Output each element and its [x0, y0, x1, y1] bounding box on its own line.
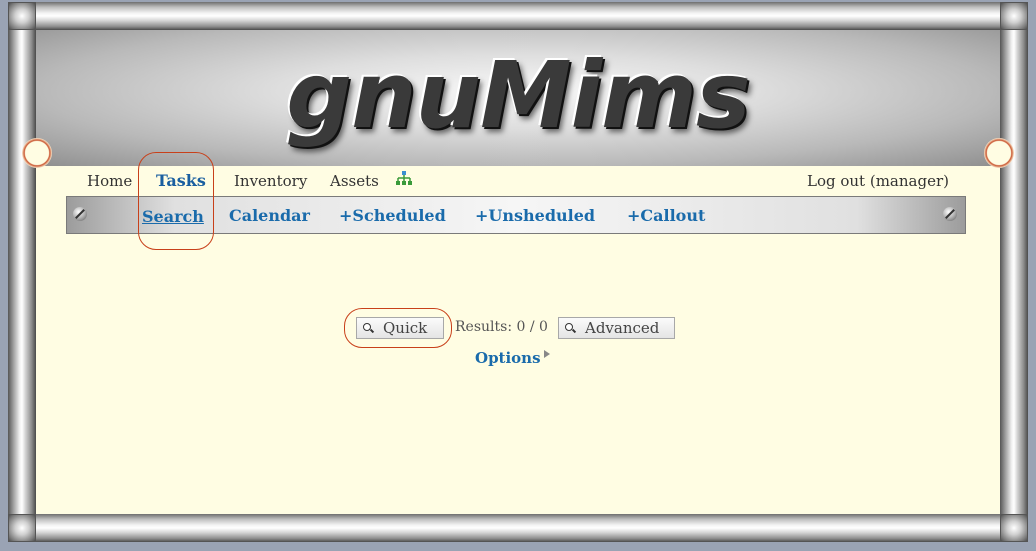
screw-icon [73, 207, 87, 221]
magnifier-icon [565, 323, 576, 334]
page-content: gnuMims Home Tasks Inventory Assets Log … [22, 30, 1014, 514]
advanced-search-label: Advanced [585, 319, 660, 337]
task-subnav-bar: Search Calendar +Scheduled +Unsheduled +… [66, 196, 966, 234]
frame-left [8, 2, 36, 542]
banner-ornament [984, 138, 1014, 168]
frame-corner [8, 2, 36, 30]
options-toggle[interactable]: Options [475, 349, 541, 367]
magnifier-icon [363, 323, 374, 334]
nav-tasks[interactable]: Tasks [156, 171, 206, 190]
banner-ornament [22, 138, 52, 168]
quick-search-button[interactable]: Quick [356, 317, 444, 339]
screw-icon [943, 207, 957, 221]
nav-assets[interactable]: Assets [330, 172, 379, 190]
subnav-callout[interactable]: +Callout [627, 206, 705, 225]
frame-corner [1000, 514, 1028, 542]
quick-search-label: Quick [383, 319, 428, 337]
subnav-calendar[interactable]: Calendar [229, 206, 310, 225]
subnav-unscheduled[interactable]: +Unsheduled [475, 206, 595, 225]
logout-link[interactable]: Log out (manager) [807, 172, 949, 190]
site-tree-icon[interactable] [395, 170, 413, 188]
frame-top [8, 2, 1028, 30]
advanced-search-button[interactable]: Advanced [558, 317, 675, 339]
subnav-search[interactable]: Search [142, 207, 204, 226]
frame-corner [1000, 2, 1028, 30]
frame-corner [8, 514, 36, 542]
nav-inventory[interactable]: Inventory [234, 172, 307, 190]
app-logo: gnuMims [286, 42, 751, 149]
frame-bottom [8, 514, 1028, 542]
header-banner: gnuMims [36, 30, 1000, 166]
results-count: Results: 0 / 0 [455, 319, 548, 335]
subnav-scheduled[interactable]: +Scheduled [339, 206, 446, 225]
nav-home[interactable]: Home [87, 172, 132, 190]
frame-right [1000, 2, 1028, 542]
triangle-right-icon[interactable] [544, 350, 550, 358]
top-navigation: Home Tasks Inventory Assets Log out (man… [87, 170, 957, 192]
